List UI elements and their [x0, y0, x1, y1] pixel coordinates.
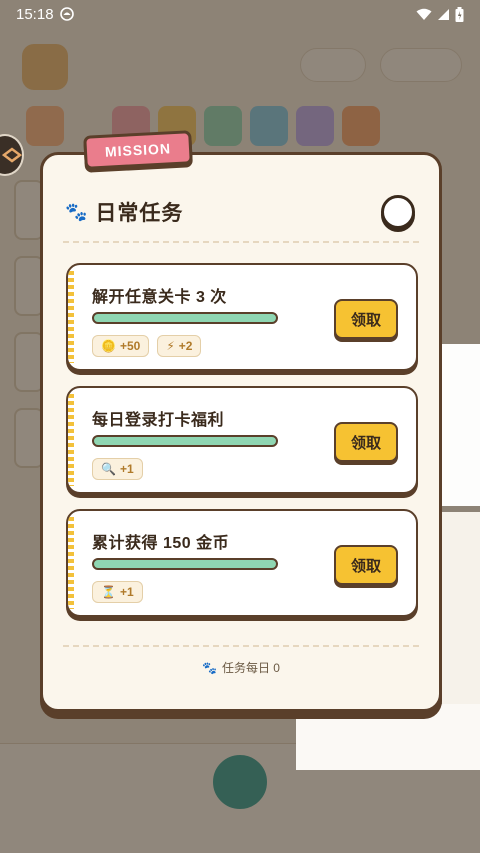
- task-progress-bar: [92, 312, 278, 324]
- reward-amount: +1: [119, 585, 134, 599]
- reward-chip: 🔍 +1: [92, 458, 143, 480]
- task-rewards: 🔍 +1: [92, 458, 143, 480]
- task-card: 每日登录打卡福利 🔍 +1 领取: [66, 386, 418, 494]
- modal-header: 🐾 日常任务: [65, 197, 183, 227]
- claim-button[interactable]: 领取: [334, 422, 398, 462]
- daily-tasks-modal: 🐾 日常任务 解开任意关卡 3 次 🪙 +50 ⚡ +2 领取 每日登录打卡福利…: [40, 152, 442, 712]
- mission-tag: MISSION: [83, 130, 193, 170]
- task-progress-bar: [92, 435, 278, 447]
- footer-text: 任务每日 0: [221, 661, 280, 675]
- reward-chip: 🪙 +50: [92, 335, 150, 357]
- close-circle-icon[interactable]: [381, 195, 415, 229]
- signal-icon: [438, 8, 449, 20]
- divider: [63, 645, 419, 647]
- reward-chip: ⚡ +2: [157, 335, 202, 357]
- modal-footer: 🐾 任务每日 0: [43, 659, 439, 676]
- divider: [63, 241, 419, 243]
- lightning-icon: ⚡: [166, 339, 175, 353]
- task-progress-bar: [92, 558, 278, 570]
- hourglass-icon: ⏳: [101, 585, 116, 599]
- background-panel: [296, 704, 480, 770]
- wifi-icon: [416, 8, 432, 20]
- paw-icon: 🐾: [202, 660, 217, 675]
- modal-title: 日常任务: [95, 202, 184, 225]
- reward-amount: +1: [119, 462, 134, 476]
- status-bar: 15:18: [0, 0, 480, 28]
- claim-button[interactable]: 领取: [334, 299, 398, 339]
- status-time: 15:18: [16, 5, 54, 23]
- magnifier-icon: 🔍: [101, 462, 116, 476]
- stack-icon: [2, 147, 22, 163]
- task-name: 累计获得 150 金币: [92, 535, 230, 552]
- task-rewards: 🪙 +50 ⚡ +2: [92, 335, 202, 357]
- task-name: 解开任意关卡 3 次: [92, 289, 227, 306]
- task-card: 解开任意关卡 3 次 🪙 +50 ⚡ +2 领取: [66, 263, 418, 371]
- task-name: 每日登录打卡福利: [92, 412, 225, 429]
- reward-amount: +50: [119, 339, 141, 353]
- app-notification-icon: [59, 7, 74, 21]
- task-rewards: ⏳ +1: [92, 581, 143, 603]
- battery-icon: [455, 6, 464, 22]
- reward-amount: +2: [178, 339, 193, 353]
- claim-button[interactable]: 领取: [334, 545, 398, 585]
- paw-icon: 🐾: [65, 201, 88, 222]
- background-panel: [442, 344, 480, 506]
- task-card: 累计获得 150 金币 ⏳ +1 领取: [66, 509, 418, 617]
- coin-icon: 🪙: [101, 339, 116, 353]
- reward-chip: ⏳ +1: [92, 581, 143, 603]
